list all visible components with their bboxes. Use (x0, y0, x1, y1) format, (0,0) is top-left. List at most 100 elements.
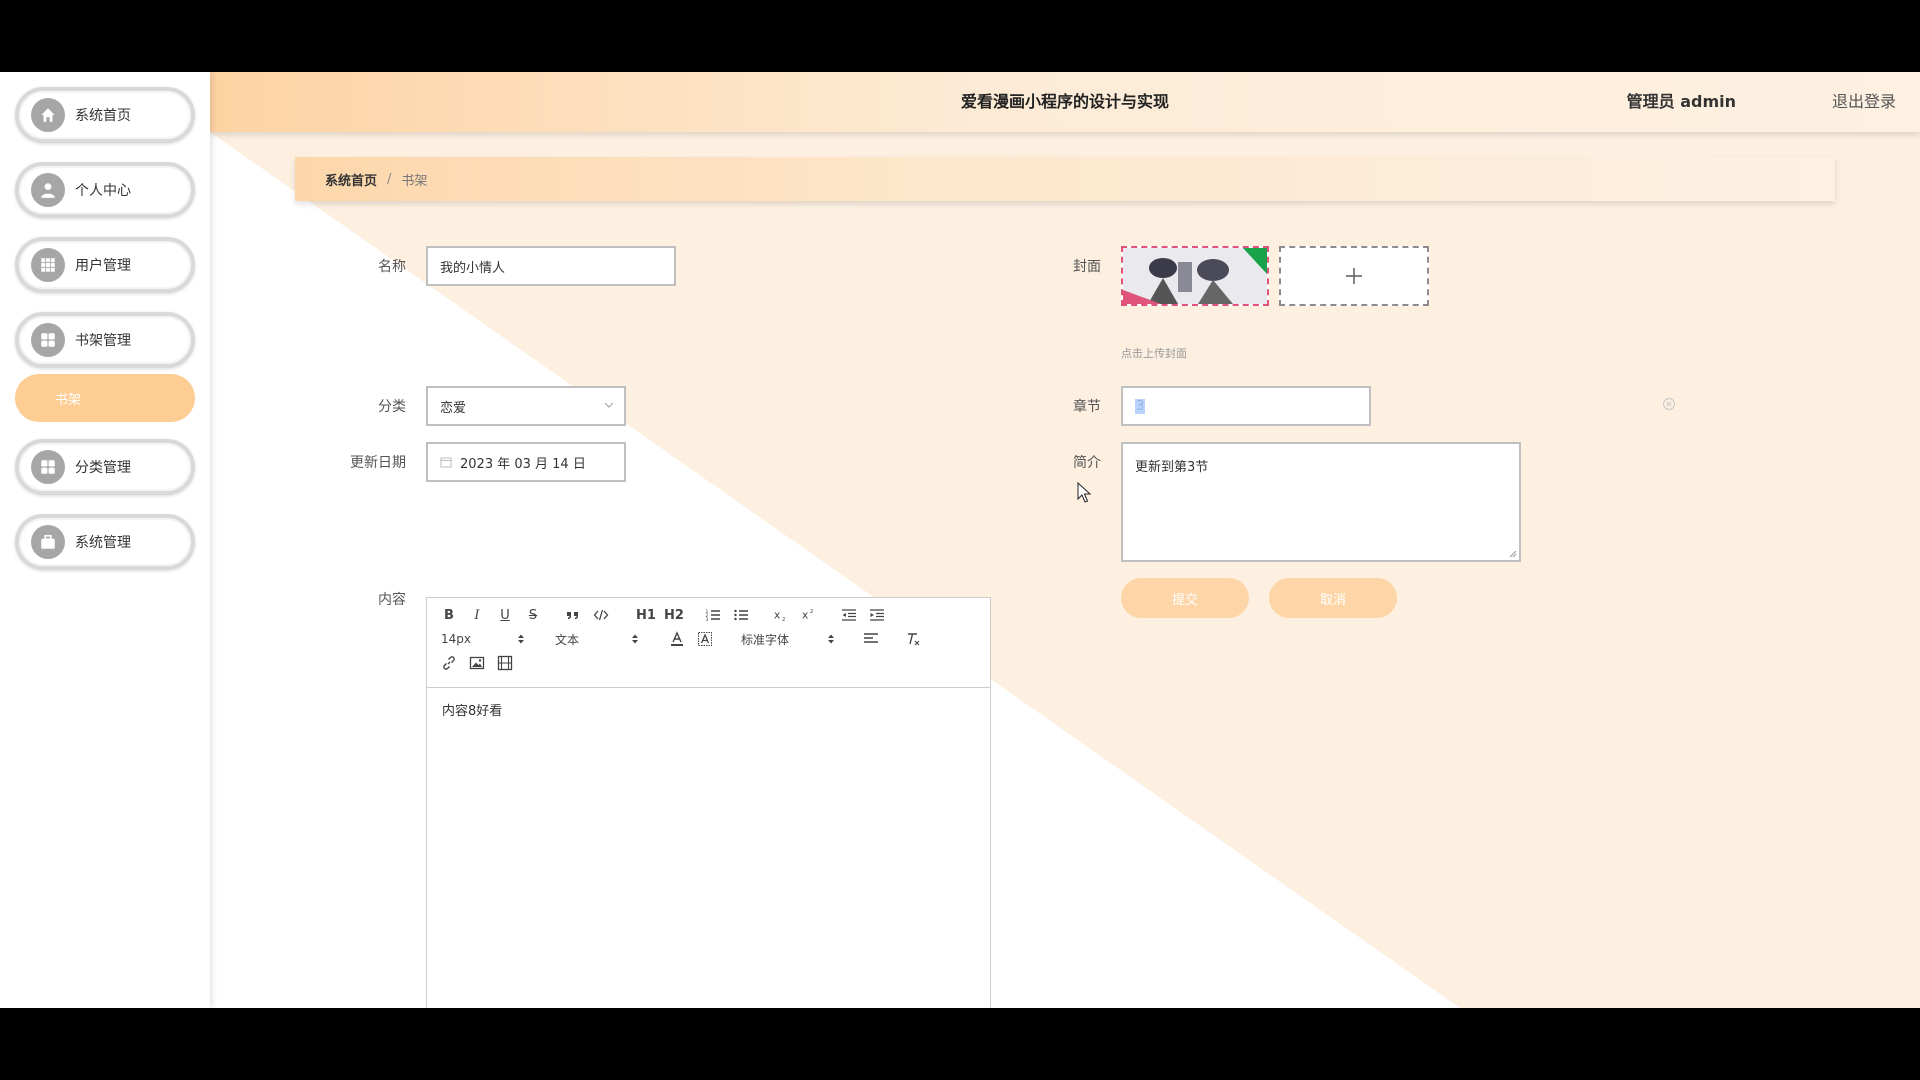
h2-label: H2 (664, 607, 684, 623)
current-user: 管理员 admin (1626, 92, 1736, 111)
cover-image[interactable] (1121, 246, 1269, 306)
name-label: 名称 (378, 259, 406, 275)
name-input-value: 我的小情人 (440, 260, 506, 276)
sidebar-item-label: 分类管理 (75, 460, 131, 476)
chapter-label: 章节 (1073, 399, 1101, 415)
select-arrows-icon (632, 634, 638, 644)
cover-upload-tip: 点击上传封面 (1121, 347, 1187, 360)
mouse-cursor-icon (1077, 482, 1091, 503)
logout-link[interactable]: 退出登录 (1832, 72, 1896, 132)
svg-text:x: x (774, 609, 780, 622)
plus-icon (1346, 268, 1362, 284)
superscript-icon[interactable]: x2 (801, 605, 819, 625)
chapter-input-value: 3 (1135, 398, 1146, 414)
top-header: 爱看漫画小程序的设计与实现 管理员 admin 退出登录 (210, 72, 1920, 132)
briefcase-icon (31, 525, 65, 559)
header-1-icon[interactable]: H1 (635, 605, 657, 625)
cancel-button[interactable]: 取消 (1269, 578, 1397, 618)
svg-text:x: x (802, 609, 808, 622)
font-size-value: 14px (441, 632, 471, 646)
apps-icon (31, 323, 65, 357)
indent-icon[interactable] (869, 605, 885, 625)
background-color-icon[interactable] (697, 629, 713, 649)
code-block-icon[interactable] (593, 605, 609, 625)
underline-icon[interactable]: U (497, 605, 513, 625)
sidebar-subitem-label: 书架 (55, 392, 82, 408)
date-label: 更新日期 (350, 455, 406, 471)
image-icon[interactable] (469, 653, 485, 673)
category-label: 分类 (378, 399, 406, 415)
sidebar-item-bookshelf[interactable]: 书架管理 (15, 312, 195, 368)
align-icon[interactable] (863, 629, 879, 649)
sidebar-item-label: 系统首页 (75, 108, 131, 124)
date-picker[interactable]: 2023 年 03 月 14 日 (426, 442, 626, 482)
strike-icon[interactable]: S (525, 605, 541, 625)
heading-select[interactable]: 文本 (555, 629, 639, 649)
sidebar-item-profile[interactable]: 个人中心 (15, 162, 195, 218)
svg-text:2: 2 (810, 609, 813, 615)
sidebar-item-label: 系统管理 (75, 535, 131, 551)
editor-toolbar: B I U S H1 H2 123 x2 x2 14px 文本 标准字体 (427, 598, 990, 688)
content-editor: B I U S H1 H2 123 x2 x2 14px 文本 标准字体 内容8… (426, 597, 991, 1008)
chevron-down-icon (604, 402, 614, 408)
bullet-list-icon[interactable] (733, 605, 749, 625)
font-family-select[interactable]: 标准字体 (741, 629, 835, 649)
select-arrows-icon (828, 634, 834, 644)
ordered-list-icon[interactable]: 123 (705, 605, 721, 625)
italic-icon[interactable]: I (469, 605, 485, 625)
submit-button[interactable]: 提交 (1121, 578, 1249, 618)
sidebar-item-label: 个人中心 (75, 183, 131, 199)
intro-textarea-value: 更新到第3节 (1135, 460, 1209, 475)
select-arrows-icon (518, 634, 524, 644)
svg-text:3: 3 (706, 617, 709, 623)
font-size-select[interactable]: 14px (441, 629, 525, 649)
sidebar-item-home[interactable]: 系统首页 (15, 87, 195, 143)
sidebar-item-label: 书架管理 (75, 333, 131, 349)
bold-icon[interactable]: B (441, 605, 457, 625)
font-color-icon[interactable] (669, 629, 685, 649)
clear-format-icon[interactable] (905, 629, 921, 649)
breadcrumb-home[interactable]: 系统首页 (325, 170, 377, 189)
chapter-input[interactable]: 3 (1121, 386, 1371, 426)
category-select[interactable]: 恋爱 (426, 386, 626, 426)
breadcrumb: 系统首页 / 书架 (295, 157, 1835, 201)
breadcrumb-separator: / (387, 171, 392, 187)
link-icon[interactable] (441, 653, 457, 673)
intro-textarea[interactable]: 更新到第3节 (1121, 442, 1521, 562)
calendar-icon (440, 457, 452, 468)
category-select-value: 恋爱 (440, 400, 467, 416)
sidebar-item-system[interactable]: 系统管理 (15, 514, 195, 570)
app-window: 系统首页 个人中心 用户管理 书架管理 书架 分类管理 系统管理 爱看漫画小程序… (0, 72, 1920, 1008)
letterbox-top (0, 0, 1920, 72)
subscript-icon[interactable]: x2 (773, 605, 791, 625)
name-input[interactable]: 我的小情人 (426, 246, 676, 286)
sidebar: 系统首页 个人中心 用户管理 书架管理 书架 分类管理 系统管理 (0, 72, 210, 1008)
apps-icon (31, 450, 65, 484)
h1-label: H1 (636, 607, 656, 623)
clear-circle-icon[interactable] (1662, 397, 1676, 411)
blockquote-icon[interactable] (565, 605, 581, 625)
letterbox-bottom (0, 1008, 1920, 1080)
sidebar-item-users[interactable]: 用户管理 (15, 237, 195, 293)
content-label: 内容 (378, 592, 406, 608)
resize-grip-icon[interactable] (1509, 550, 1517, 558)
breadcrumb-current: 书架 (401, 173, 428, 189)
video-icon[interactable] (497, 653, 513, 673)
outdent-icon[interactable] (841, 605, 857, 625)
intro-label: 简介 (1073, 455, 1101, 471)
svg-text:2: 2 (782, 617, 785, 623)
grid-icon (31, 248, 65, 282)
heading-value: 文本 (555, 632, 580, 647)
date-picker-value: 2023 年 03 月 14 日 (460, 456, 586, 472)
user-icon (31, 173, 65, 207)
header-2-icon[interactable]: H2 (663, 605, 685, 625)
editor-content[interactable]: 内容8好看 (442, 700, 502, 719)
sidebar-item-categories[interactable]: 分类管理 (15, 439, 195, 495)
sidebar-item-label: 用户管理 (75, 258, 131, 274)
sidebar-subitem-bookshelf[interactable]: 书架 (15, 374, 195, 422)
font-family-value: 标准字体 (741, 632, 790, 647)
cover-upload-button[interactable] (1279, 246, 1429, 306)
cover-label: 封面 (1073, 259, 1101, 275)
home-icon (31, 98, 65, 132)
cover-thumbnail-icon (1123, 248, 1267, 304)
